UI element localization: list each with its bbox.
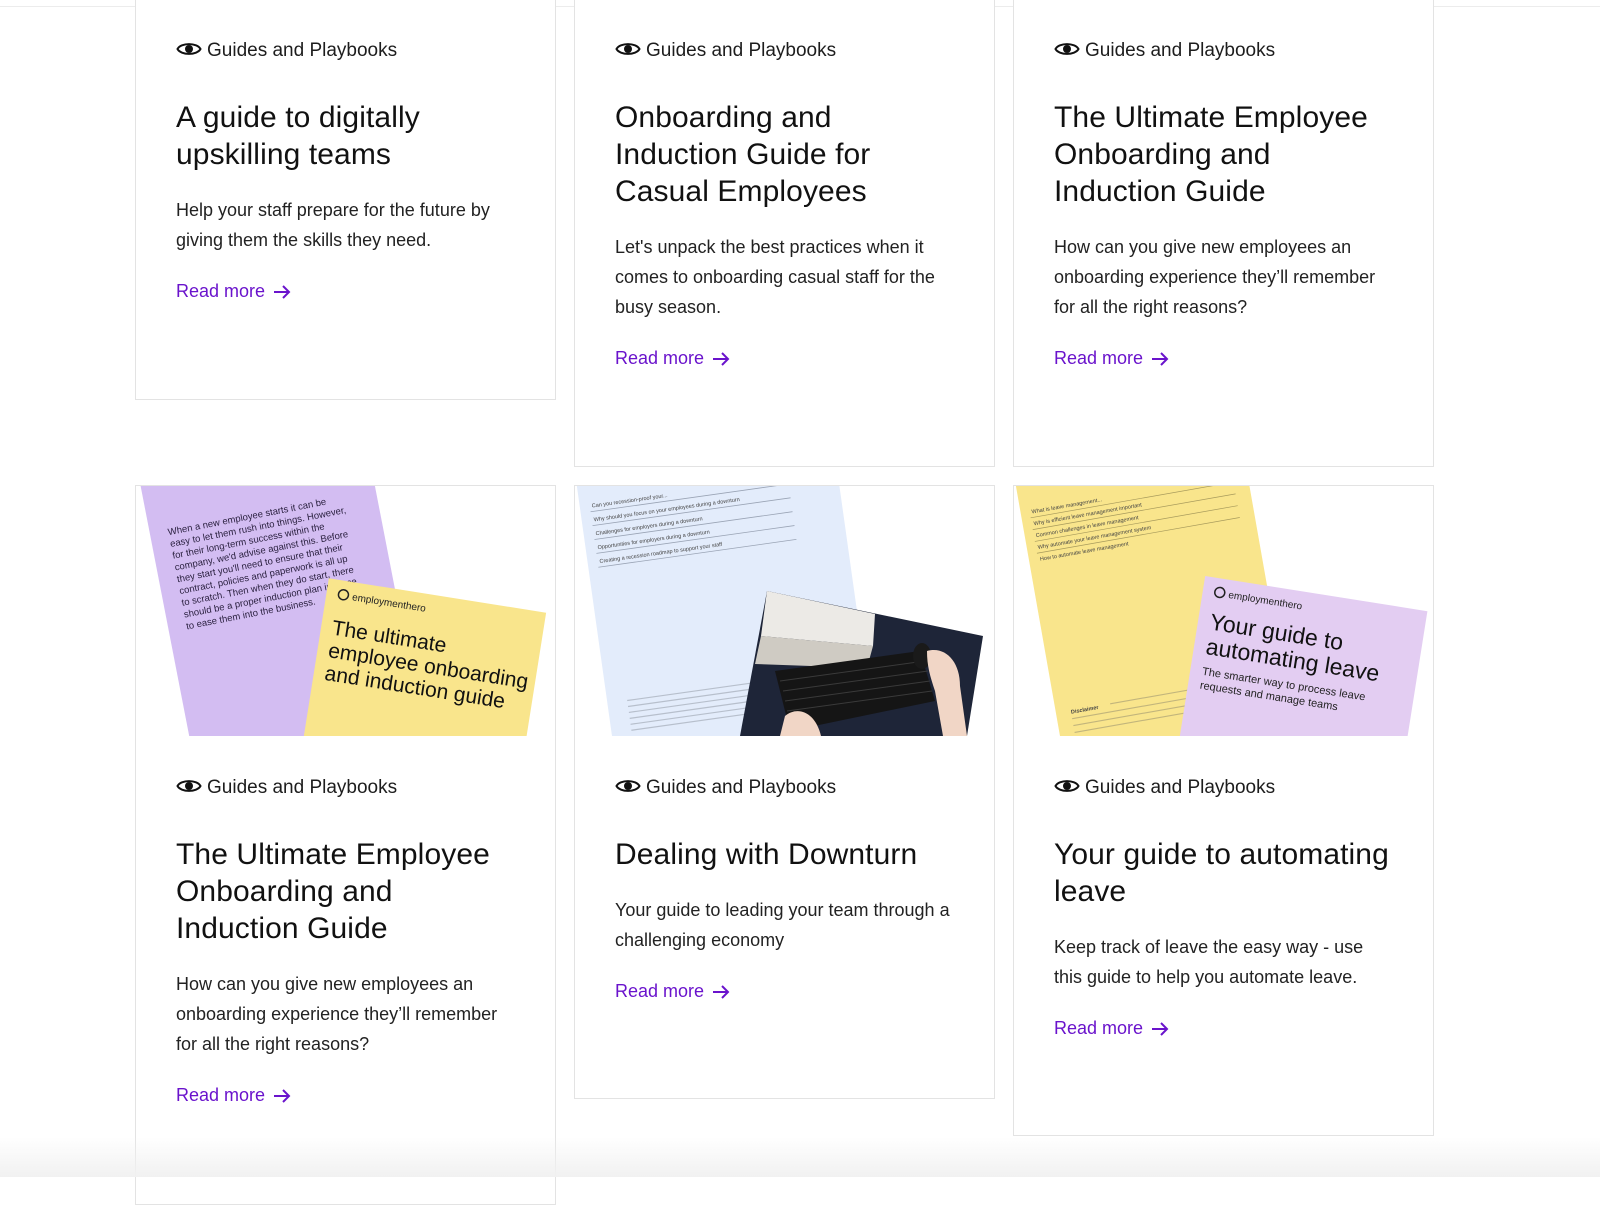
category-label: Guides and Playbooks <box>176 776 515 800</box>
category-label: Guides and Playbooks <box>176 39 515 63</box>
arrow-right-icon <box>1152 1021 1169 1036</box>
category-label: Guides and Playbooks <box>1054 776 1393 800</box>
category-text: Guides and Playbooks <box>207 40 398 61</box>
eye-icon <box>176 780 202 792</box>
category-label: Guides and Playbooks <box>1054 39 1393 63</box>
eye-icon <box>615 43 641 55</box>
read-more-label: Read more <box>1054 1018 1144 1038</box>
article-card[interactable]: Guides and Playbooks Onboarding and Indu… <box>574 0 995 467</box>
read-more-label: Read more <box>176 281 266 301</box>
card-thumbnail[interactable]: When a new employee starts it can be eas… <box>136 486 555 736</box>
card-thumbnail[interactable]: What is leave management... Why is effic… <box>1014 486 1433 736</box>
eye-icon <box>1054 43 1080 55</box>
leave-guide-cover: What is leave management... Why is effic… <box>1014 486 1428 736</box>
read-more-link[interactable]: Read more <box>176 281 291 302</box>
article-card[interactable]: What is leave management... Why is effic… <box>1013 485 1434 1136</box>
read-more-link[interactable]: Read more <box>615 981 730 1002</box>
card-description: Help your staff prepare for the future b… <box>176 200 490 250</box>
category-label: Guides and Playbooks <box>615 776 954 800</box>
arrow-right-icon <box>713 351 730 366</box>
downturn-guide-cover: Can you recession-proof your... Why shou… <box>575 486 983 736</box>
card-description: How can you give new employees an onboar… <box>176 974 498 1054</box>
read-more-link[interactable]: Read more <box>1054 1018 1169 1039</box>
card-thumbnail[interactable]: Can you recession-proof your... Why shou… <box>575 486 994 736</box>
eye-icon <box>1054 780 1080 792</box>
arrow-right-icon <box>274 1088 291 1103</box>
card-title[interactable]: A guide to digitally upskilling teams <box>176 99 515 173</box>
eye-icon <box>176 43 202 55</box>
arrow-right-icon <box>1152 351 1169 366</box>
card-description: Keep track of leave the easy way - use t… <box>1054 937 1364 987</box>
card-title[interactable]: Dealing with Downturn <box>615 836 954 873</box>
article-card[interactable]: When a new employee starts it can be eas… <box>135 485 556 1205</box>
read-more-label: Read more <box>1054 348 1144 368</box>
read-more-link[interactable]: Read more <box>176 1085 291 1106</box>
read-more-label: Read more <box>176 1085 266 1105</box>
article-card[interactable]: Guides and Playbooks The Ultimate Employ… <box>1013 0 1434 467</box>
card-description: How can you give new employees an onboar… <box>1054 237 1376 317</box>
arrow-right-icon <box>713 984 730 999</box>
onboarding-guide-cover: When a new employee starts it can be eas… <box>137 486 547 736</box>
category-text: Guides and Playbooks <box>207 777 398 798</box>
arrow-right-icon <box>274 284 291 299</box>
keyboard-photo <box>740 591 983 736</box>
category-text: Guides and Playbooks <box>646 777 837 798</box>
article-card[interactable]: Can you recession-proof your... Why shou… <box>574 485 995 1099</box>
category-text: Guides and Playbooks <box>646 40 837 61</box>
read-more-label: Read more <box>615 348 705 368</box>
card-title[interactable]: Onboarding and Induction Guide for Casua… <box>615 99 954 210</box>
card-title[interactable]: Your guide to automating leave <box>1054 836 1393 910</box>
category-label: Guides and Playbooks <box>615 39 954 63</box>
eye-icon <box>615 780 641 792</box>
read-more-label: Read more <box>615 981 705 1001</box>
card-title[interactable]: The Ultimate Employee Onboarding and Ind… <box>1054 99 1393 210</box>
article-card[interactable]: Guides and Playbooks A guide to digitall… <box>135 0 556 400</box>
read-more-link[interactable]: Read more <box>615 348 730 369</box>
read-more-link[interactable]: Read more <box>1054 348 1169 369</box>
card-description: Let's unpack the best practices when it … <box>615 237 935 317</box>
category-text: Guides and Playbooks <box>1085 777 1276 798</box>
card-description: Your guide to leading your team through … <box>615 900 950 950</box>
category-text: Guides and Playbooks <box>1085 40 1276 61</box>
card-title[interactable]: The Ultimate Employee Onboarding and Ind… <box>176 836 515 947</box>
